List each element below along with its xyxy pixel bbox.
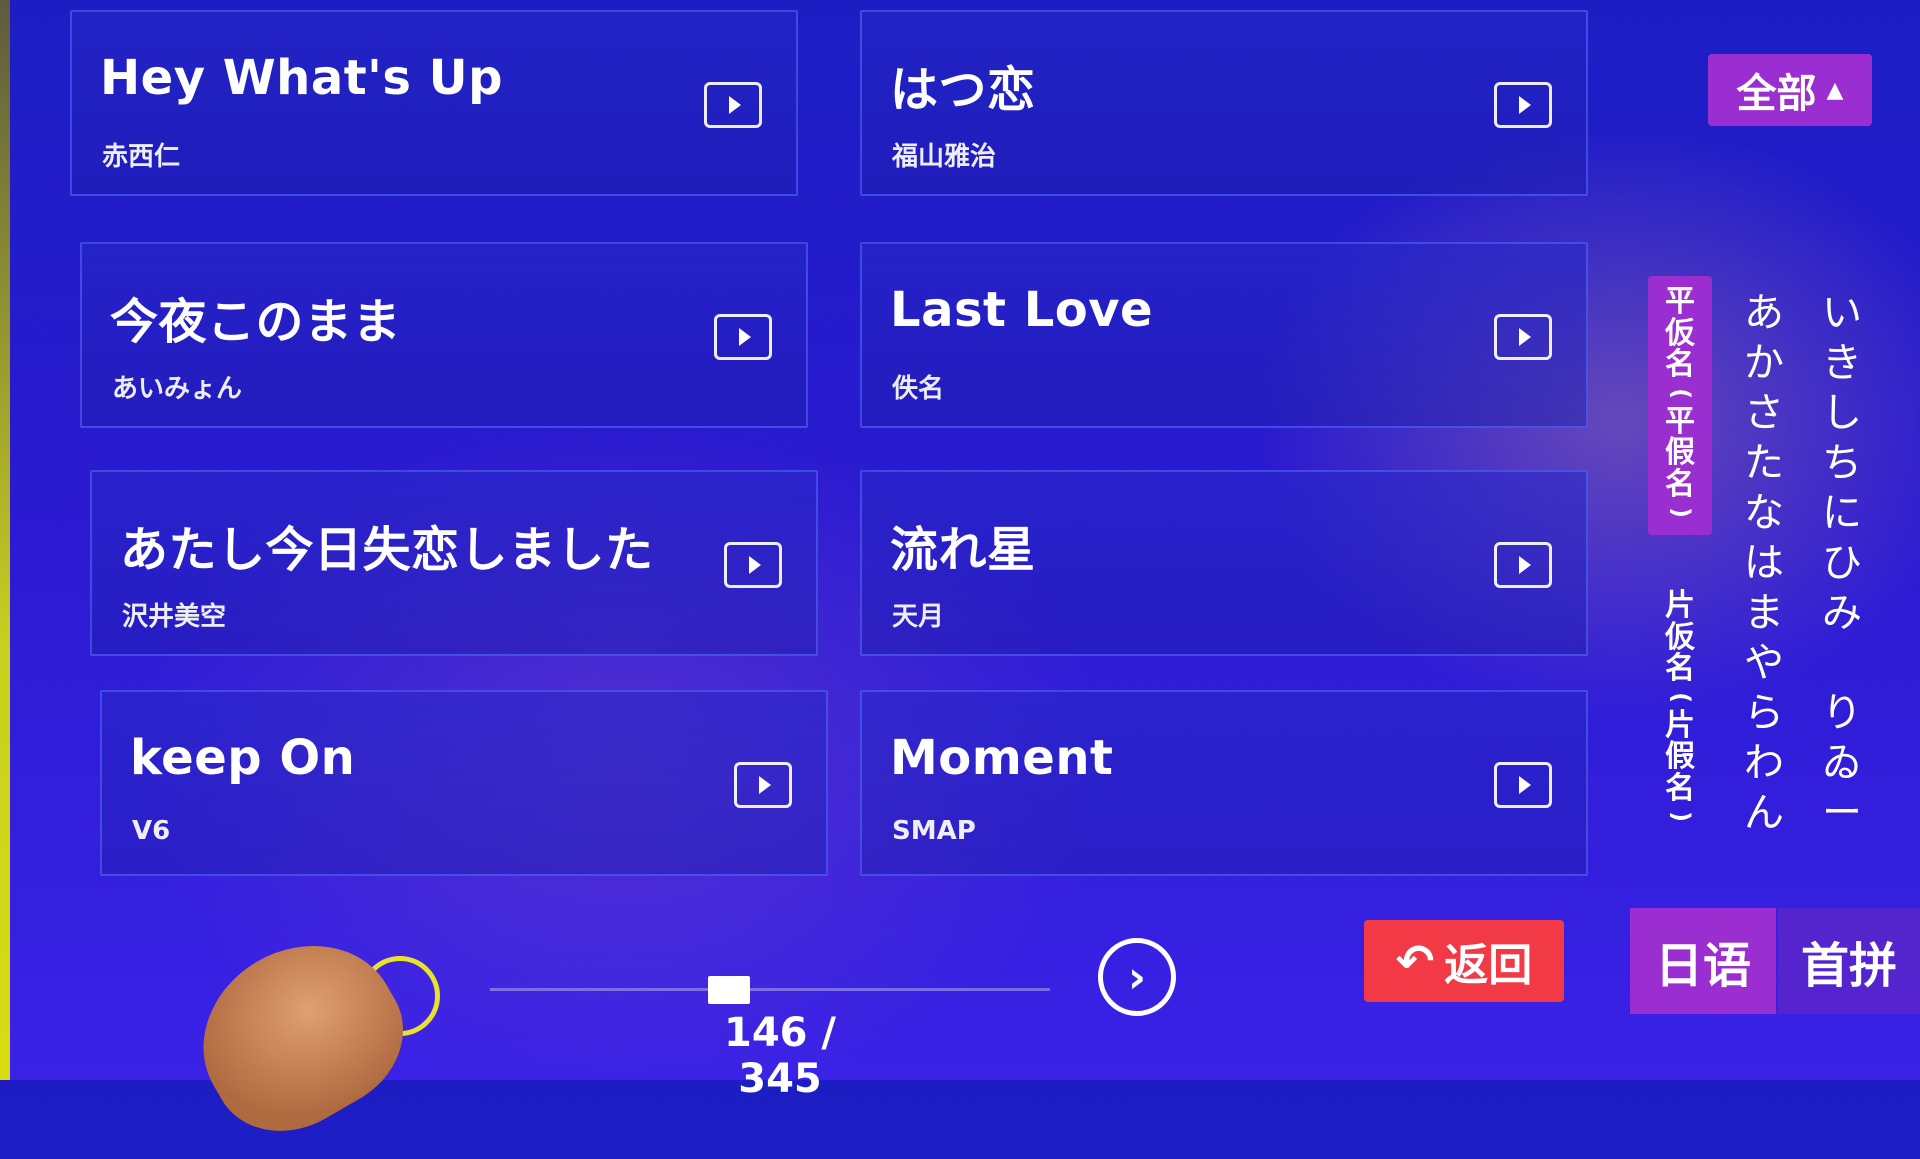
song-card[interactable]: keep On V6 xyxy=(100,690,828,876)
song-title: Last Love xyxy=(890,282,1154,338)
song-artist: 沢井美空 xyxy=(122,602,227,632)
next-page-button[interactable]: › xyxy=(1098,938,1176,1016)
kana-column-2: いきしちにひみ りゐー xyxy=(1822,288,1862,838)
back-button-label: 返回 xyxy=(1444,940,1533,991)
tab-katakana-char: ) xyxy=(1666,811,1695,823)
kana-key[interactable]: ん xyxy=(1744,788,1784,838)
song-artist: 天月 xyxy=(892,602,945,632)
tab-katakana-char: 名 xyxy=(1665,770,1695,806)
kana-key[interactable]: き xyxy=(1822,338,1862,388)
kana-key[interactable]: ひ xyxy=(1822,538,1862,588)
back-button[interactable]: ↶ 返回 xyxy=(1364,920,1564,1002)
song-title: Moment xyxy=(890,730,1114,786)
song-artist: SMAP xyxy=(892,816,976,846)
pager: 146 / 345 xyxy=(490,940,1050,1102)
song-title: あたし今日失恋しました xyxy=(120,522,654,578)
tab-hiragana-char: 平 xyxy=(1665,284,1695,319)
play-icon[interactable] xyxy=(1494,314,1552,360)
tab-hiragana-char: ( xyxy=(1666,387,1695,399)
tab-katakana-char: 片 xyxy=(1665,707,1695,743)
tab-hiragana-char: 名 xyxy=(1665,347,1695,382)
tab-hiragana-char: 名 xyxy=(1665,466,1695,502)
song-grid: Hey What's Up 赤西仁 はつ恋 福山雅治 今夜このまま あいみょん … xyxy=(70,10,1588,880)
kana-key[interactable]: い xyxy=(1822,288,1862,338)
song-artist: 赤西仁 xyxy=(102,142,181,172)
tab-katakana[interactable]: 片仮名(片假名) xyxy=(1648,590,1712,829)
tab-katakana-char: 假 xyxy=(1665,739,1695,775)
kana-panel: 平仮名(平假名) 片仮名(片假名) あかさたなはまやらわん いきしちにひみ りゐ… xyxy=(1640,270,1920,890)
filter-all-label: 全部 xyxy=(1736,71,1817,117)
kana-key[interactable]: わ xyxy=(1744,738,1784,788)
tab-japanese-label: 日语 xyxy=(1654,938,1751,994)
song-card[interactable]: はつ恋 福山雅治 xyxy=(860,10,1588,196)
tab-katakana-char: ( xyxy=(1666,691,1695,703)
tab-initials-label: 首拼 xyxy=(1800,938,1897,994)
kana-key[interactable]: さ xyxy=(1744,388,1784,438)
tab-katakana-char: 片 xyxy=(1665,588,1695,623)
tab-hiragana-char: 仮 xyxy=(1665,315,1695,351)
filter-all-button[interactable]: 全部 ▲ xyxy=(1708,54,1872,126)
tab-hiragana-char: 平 xyxy=(1665,403,1695,439)
song-card[interactable]: Last Love 佚名 xyxy=(860,242,1588,428)
kana-key xyxy=(1836,638,1849,688)
kana-key[interactable]: や xyxy=(1744,638,1784,688)
finger xyxy=(170,911,430,1159)
kana-key[interactable]: ら xyxy=(1744,688,1784,738)
tab-katakana-char: 仮 xyxy=(1665,619,1695,655)
kana-key[interactable]: ー xyxy=(1822,788,1862,838)
song-card[interactable]: Moment SMAP xyxy=(860,690,1588,876)
play-icon[interactable] xyxy=(704,82,762,128)
caret-up-icon: ▲ xyxy=(1826,77,1844,103)
play-icon[interactable] xyxy=(1494,762,1552,808)
song-title: Hey What's Up xyxy=(100,50,503,106)
tab-initials[interactable]: 首拼 xyxy=(1778,908,1920,1014)
song-artist: 福山雅治 xyxy=(892,142,997,172)
song-artist: あいみょん xyxy=(112,374,243,404)
pager-track[interactable] xyxy=(490,988,1050,991)
kana-column-1: あかさたなはまやらわん xyxy=(1744,288,1784,838)
kana-key[interactable]: ち xyxy=(1822,438,1862,488)
play-icon[interactable] xyxy=(1494,82,1552,128)
play-icon[interactable] xyxy=(1494,542,1552,588)
tab-hiragana-char: ) xyxy=(1666,507,1695,519)
song-card[interactable]: あたし今日失恋しました 沢井美空 xyxy=(90,470,818,656)
song-title: keep On xyxy=(130,730,356,786)
tab-japanese[interactable]: 日语 xyxy=(1630,908,1776,1014)
kana-key[interactable]: ゐ xyxy=(1822,738,1862,788)
kana-key[interactable]: か xyxy=(1744,338,1784,388)
kana-key[interactable]: し xyxy=(1822,388,1862,438)
kana-key[interactable]: ま xyxy=(1744,588,1784,638)
song-artist: 佚名 xyxy=(892,374,945,404)
song-card[interactable]: 今夜このまま あいみょん xyxy=(80,242,808,428)
song-artist: V6 xyxy=(132,816,171,846)
screen-bezel xyxy=(0,0,10,1080)
tab-hiragana[interactable]: 平仮名(平假名) xyxy=(1648,276,1712,536)
pager-thumb[interactable] xyxy=(708,976,750,1004)
kana-key[interactable]: り xyxy=(1822,688,1862,738)
tab-hiragana-char: 假 xyxy=(1665,435,1695,471)
back-arrow-icon: ↶ xyxy=(1395,934,1435,988)
play-icon[interactable] xyxy=(724,542,782,588)
song-title: 今夜このまま xyxy=(110,294,402,350)
song-card[interactable]: Hey What's Up 赤西仁 xyxy=(70,10,798,196)
kana-key[interactable]: た xyxy=(1744,438,1784,488)
tab-katakana-char: 名 xyxy=(1665,651,1695,686)
kana-key[interactable]: に xyxy=(1822,488,1862,538)
kana-key[interactable]: み xyxy=(1822,588,1862,638)
song-title: 流れ星 xyxy=(890,522,1036,578)
chevron-right-icon: › xyxy=(1127,951,1147,1003)
page-indicator: 146 / 345 xyxy=(723,1010,837,1102)
play-icon[interactable] xyxy=(734,762,792,808)
play-icon[interactable] xyxy=(714,314,772,360)
kana-key[interactable]: は xyxy=(1744,538,1784,588)
song-card[interactable]: 流れ星 天月 xyxy=(860,470,1588,656)
kana-key[interactable]: な xyxy=(1744,488,1784,538)
kana-key[interactable]: あ xyxy=(1744,288,1784,338)
song-title: はつ恋 xyxy=(890,62,1036,118)
